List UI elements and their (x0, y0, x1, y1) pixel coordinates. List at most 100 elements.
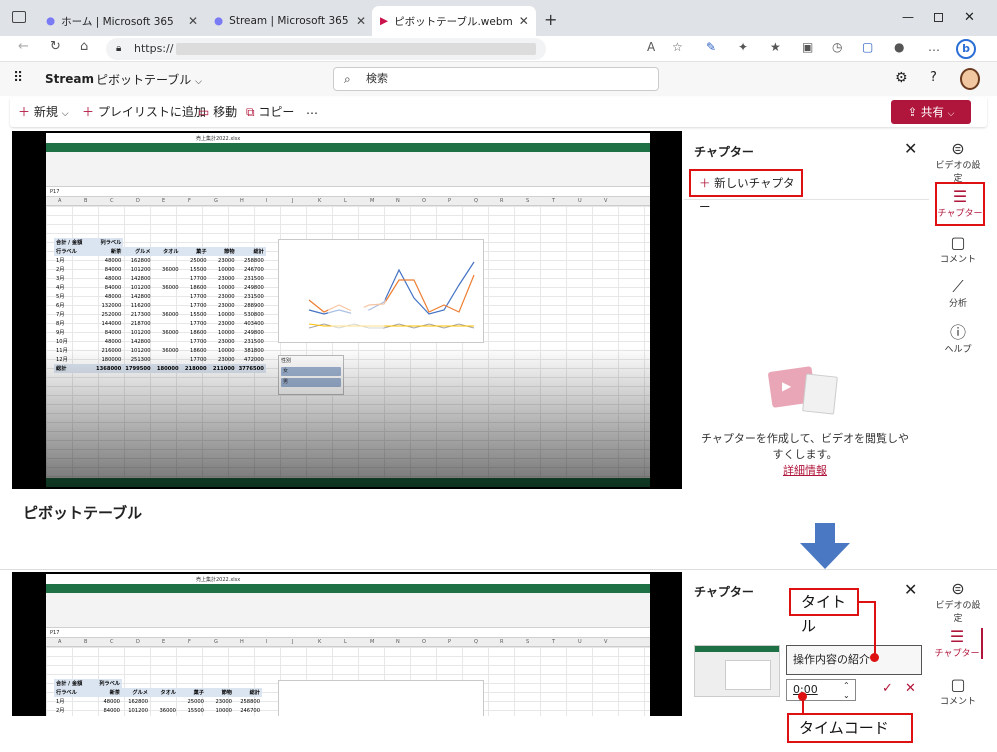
rail-video-settings[interactable]: ⊜ ビデオの設定 (933, 580, 983, 625)
more-button[interactable]: … (306, 103, 318, 117)
breadcrumb[interactable]: ピボットテーブル ⌵ (96, 71, 202, 88)
callout-label: タイトル (801, 593, 847, 635)
rail-comments[interactable]: ▢ コメント (933, 676, 983, 708)
column-header: B (84, 639, 88, 645)
maximize-icon[interactable] (934, 13, 943, 22)
refresh-icon[interactable]: ↻ (50, 39, 61, 54)
table-cell: 総計 (234, 688, 262, 697)
settings-icon[interactable]: ⚙ (895, 70, 908, 86)
column-header: O (422, 639, 426, 645)
column-header: T (552, 639, 556, 645)
table-cell: 23000 (218, 320, 235, 327)
stepper-down-icon[interactable]: ⌄ (843, 686, 850, 706)
table-cell: 7月 (56, 312, 65, 318)
back-icon[interactable]: ← (18, 39, 29, 54)
app-launcher-icon[interactable]: ⠿ (13, 70, 23, 86)
excel-screen: 売上集計2022.xlsx ファイルホーム挿入ページレイアウト数式データ校閲表示… (46, 574, 650, 716)
video-player[interactable]: 売上集計2022.xlsx ファイルホーム挿入ページレイアウト数式データ校閲表示… (12, 131, 682, 489)
collections-icon[interactable]: ▣ (802, 40, 813, 54)
share-button[interactable]: ⇪ 共有 ⌵ (891, 100, 971, 124)
bing-icon[interactable]: b (956, 39, 976, 59)
tab-actions-icon[interactable] (12, 11, 26, 23)
table-cell: 菓子 (178, 688, 206, 697)
column-header: C (110, 639, 114, 645)
rail-chapters[interactable]: ☰ チャプター (935, 182, 985, 226)
column-header: T (552, 198, 556, 204)
workspace-icon[interactable]: ▢ (862, 40, 873, 54)
history-icon[interactable]: ◷ (832, 40, 842, 54)
close-icon[interactable]: ✕ (904, 580, 917, 599)
plus-icon: ＋ (82, 105, 95, 119)
excel-filename: 売上集計2022.xlsx (196, 577, 241, 583)
table-cell: 231500 (244, 293, 264, 300)
add-to-playlist-button[interactable]: ＋ プレイリストに追加 (82, 103, 206, 120)
excel-column-headers: A B C D E F G H I J K L M N O P Q R S T U V (46, 638, 650, 647)
table-cell: 116200 (130, 302, 151, 309)
chapter-title-input[interactable]: 操作内容の紹介 (786, 645, 922, 675)
avatar[interactable] (960, 68, 980, 90)
play-button[interactable] (328, 282, 388, 342)
table-cell: 17700 (190, 293, 207, 300)
close-icon[interactable]: ✕ (519, 14, 529, 28)
table-cell: 10000 (218, 284, 235, 291)
rail-comments[interactable]: ▢ コメント (933, 234, 983, 266)
rail-label: 分析 (948, 299, 967, 309)
m365-icon: ● (214, 15, 224, 27)
rail-video-settings[interactable]: ⊜ ビデオの設定 (933, 140, 983, 185)
tab-home[interactable]: ● ホーム | Microsoft 365 ✕ (38, 6, 206, 36)
copy-button[interactable]: ⧉ コピー (246, 103, 294, 120)
table-cell: 23000 (218, 338, 235, 345)
help-icon[interactable]: ? (930, 70, 937, 85)
rail-label: ヘルプ (944, 345, 972, 355)
url-field[interactable]: 🔒︎ https:// (106, 38, 546, 60)
puzzle-icon[interactable]: ✦ (738, 40, 748, 54)
table-cell: 総計 (236, 247, 266, 256)
callout-label: タイムコード (799, 719, 889, 737)
tab-video[interactable]: ▶ ピボットテーブル.webm ✕ (372, 6, 536, 36)
video-player-after[interactable]: 売上集計2022.xlsx ファイルホーム挿入ページレイアウト数式データ校閲表示… (12, 572, 682, 716)
minimize-icon[interactable]: — (902, 10, 914, 24)
tab-label: Stream | Microsoft 365 (229, 15, 349, 27)
new-tab-icon[interactable]: + (544, 10, 557, 29)
favorites-icon[interactable]: ★ (770, 40, 781, 54)
column-header: F (188, 639, 191, 645)
tab-stream[interactable]: ● Stream | Microsoft 365 ✕ (206, 6, 374, 36)
table-cell: グルメ (123, 247, 153, 256)
favorite-add-icon[interactable]: ☆ (672, 40, 683, 54)
table-cell: グルメ (122, 688, 150, 697)
home-icon[interactable]: ⌂ (80, 39, 88, 54)
new-button[interactable]: ＋ 新規 ⌵ (18, 103, 69, 120)
new-chapter-button[interactable]: ＋ 新しいチャプター (689, 169, 803, 214)
table-cell: 1月 (56, 699, 65, 705)
read-aloud-icon[interactable]: A (647, 40, 655, 54)
close-icon[interactable]: ✕ (356, 14, 366, 28)
close-icon[interactable]: ✕ (188, 14, 198, 28)
app-name[interactable]: Stream (45, 72, 94, 86)
rail-analytics[interactable]: ⟋ 分析 (933, 278, 983, 310)
timecode-input[interactable]: 0:00 ⌃ ⌄ (786, 679, 856, 701)
table-cell: 218700 (130, 320, 151, 327)
column-header: G (214, 639, 218, 645)
rail-label: コメント (939, 255, 976, 265)
profile-icon[interactable]: ● (894, 40, 904, 54)
more-icon[interactable]: … (928, 40, 940, 54)
move-button[interactable]: ▭ 移動 (198, 103, 237, 120)
table-cell: 36000 (162, 329, 179, 336)
table-row: 行ラベル 新茶 グルメ タオル 菓子 節物 総計 (54, 688, 262, 697)
close-icon[interactable]: ✕ (904, 139, 917, 158)
chevron-down-icon: ⌵ (947, 109, 955, 119)
column-header: U (578, 639, 582, 645)
table-cell: 17700 (190, 338, 207, 345)
cancel-icon[interactable]: ✕ (905, 681, 916, 696)
rail-chapters[interactable]: ☰ チャプター (933, 628, 983, 659)
learn-more-link[interactable]: 詳細情報 (700, 463, 910, 479)
table-cell: 36000 (162, 266, 179, 273)
rail-label: コメント (939, 697, 976, 707)
stream-icon: ▶ (380, 15, 389, 27)
rail-help[interactable]: ⓘ ヘルプ (933, 324, 983, 356)
close-window-icon[interactable]: ✕ (964, 10, 975, 25)
search-input[interactable]: ⌕ 検索 (333, 67, 659, 91)
confirm-icon[interactable]: ✓ (882, 681, 893, 696)
table-cell: 行ラベル (54, 247, 94, 256)
extension-icon[interactable]: ✎ (706, 40, 716, 54)
